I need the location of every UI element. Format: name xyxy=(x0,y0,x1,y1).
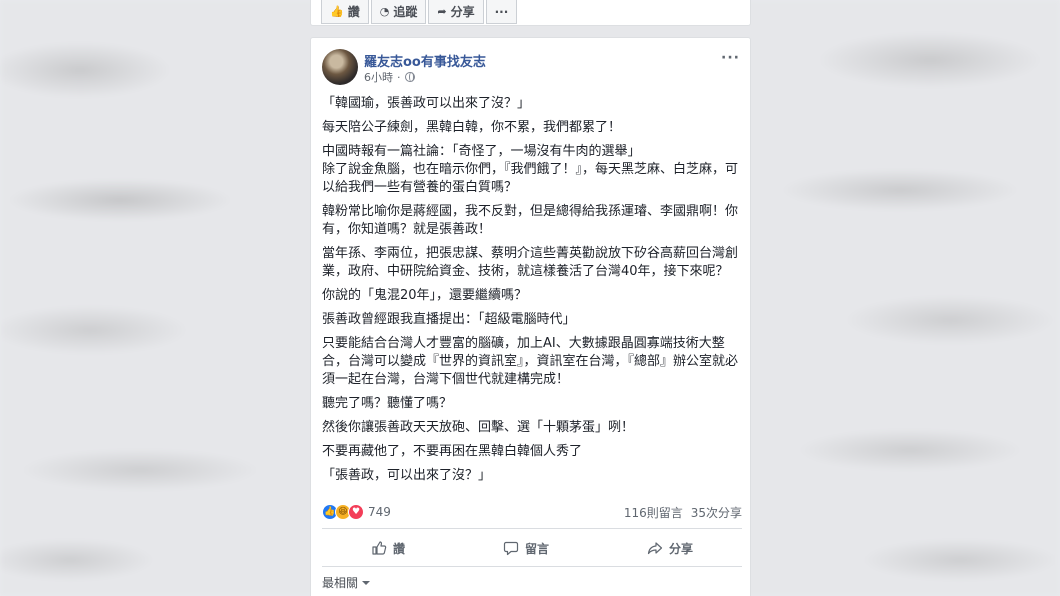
love-reaction-icon: ♥ xyxy=(348,504,364,520)
thumbs-up-icon: 👍 xyxy=(330,5,344,18)
ellipsis-icon[interactable]: ··· xyxy=(721,50,740,66)
post-paragraph: 你說的「鬼混20年」，還要繼續嗎？ xyxy=(322,288,528,303)
post-paragraph: 韓粉常比喻你是蔣經國，我不反對，但是總得給我孫運璿、李國鼎啊！你有，你知道嗎？就… xyxy=(322,204,739,237)
post-timestamp[interactable]: 6小時 xyxy=(364,69,393,85)
reaction-count: 749 xyxy=(368,505,391,519)
post-paragraph: 當年孫、李兩位，把張忠謀、蔡明介這些菁英勸說放下矽谷高薪回台灣創業，政府、中研院… xyxy=(322,246,739,279)
divider xyxy=(322,528,742,529)
comment-count[interactable]: 116則留言 xyxy=(624,504,683,521)
share-arrow-icon: ➦ xyxy=(437,5,447,18)
comment-button[interactable]: 留言 xyxy=(503,540,549,557)
post-paragraph: 中國時報有一篇社論：「奇怪了，一場沒有牛肉的選舉」 除了說金魚腦，也在暗示你們，『… xyxy=(322,144,739,195)
comment-sort-label: 最相關 xyxy=(322,576,359,590)
post-actions: 讚 留言 分享 xyxy=(322,534,742,562)
post-paragraph: 每天陪公子練劍，黑韓白韓，你不累，我們都累了！ xyxy=(322,120,622,135)
page-share-button[interactable]: ➦ 分享 xyxy=(428,0,484,24)
like-label: 讚 xyxy=(392,541,405,556)
comment-sort-dropdown[interactable]: 最相關 xyxy=(322,574,371,591)
globe-icon xyxy=(404,72,415,82)
previous-post-action-bar: 👍 讚 ◔ 追蹤 ➦ 分享 ··· xyxy=(310,0,751,26)
post-paragraph: 聽完了嗎？聽懂了嗎？ xyxy=(322,396,453,411)
page-like-label: 讚 xyxy=(347,5,360,19)
post-body: 「韓國瑜，張善政可以出來了沒？」每天陪公子練劍，黑韓白韓，你不累，我們都累了！ 中… xyxy=(322,95,742,491)
follow-button[interactable]: ◔ 追蹤 xyxy=(370,0,427,24)
follow-label: 追蹤 xyxy=(393,5,418,19)
post-card: 羅友志oo有事找友志 6小時 · ··· 「韓國瑜，張善政可以出來了沒？」每天陪… xyxy=(310,37,751,596)
post-meta: 6小時 · xyxy=(364,69,415,85)
rss-icon: ◔ xyxy=(379,5,390,18)
share-label: 分享 xyxy=(668,541,693,556)
page-more-label: ··· xyxy=(494,4,509,19)
post-paragraph: 「張善政，可以出來了沒？」 xyxy=(322,468,492,483)
post-author[interactable]: 羅友志oo有事找友志 xyxy=(364,51,486,70)
speech-bubble-icon xyxy=(503,541,519,556)
reactions-summary[interactable]: 👍 😆 ♥ 749 xyxy=(322,504,391,520)
share-count[interactable]: 35次分享 xyxy=(691,504,742,521)
post-paragraph: 張善政曾經跟我直播提出：「超級電腦時代」 xyxy=(322,312,576,327)
post-stats: 👍 😆 ♥ 749 116則留言 35次分享 xyxy=(322,502,742,522)
post-paragraph: 不要再藏他了，不要再困在黑韓白韓個人秀了 xyxy=(322,444,583,459)
divider xyxy=(322,566,742,567)
comment-label: 留言 xyxy=(524,541,549,556)
post-paragraph: 然後你讓張善政天天放砲、回擊、選「十顆茅蛋」咧！ xyxy=(322,420,635,435)
page-like-button[interactable]: 👍 讚 xyxy=(321,0,369,24)
share-arrow-icon xyxy=(647,542,663,555)
thumbs-up-icon xyxy=(372,541,387,555)
chevron-down-icon xyxy=(362,580,371,585)
post-paragraph: 只要能結合台灣人才豐富的腦礦，加上AI、大數據跟晶圓寡端技術大整合，台灣可以變成… xyxy=(322,336,739,387)
page-share-label: 分享 xyxy=(450,5,475,19)
share-button[interactable]: 分享 xyxy=(647,540,693,557)
avatar[interactable] xyxy=(322,49,358,85)
page-more-button[interactable]: ··· xyxy=(485,0,518,24)
like-button[interactable]: 讚 xyxy=(371,540,405,557)
post-paragraph: 「韓國瑜，張善政可以出來了沒？」 xyxy=(322,96,531,111)
